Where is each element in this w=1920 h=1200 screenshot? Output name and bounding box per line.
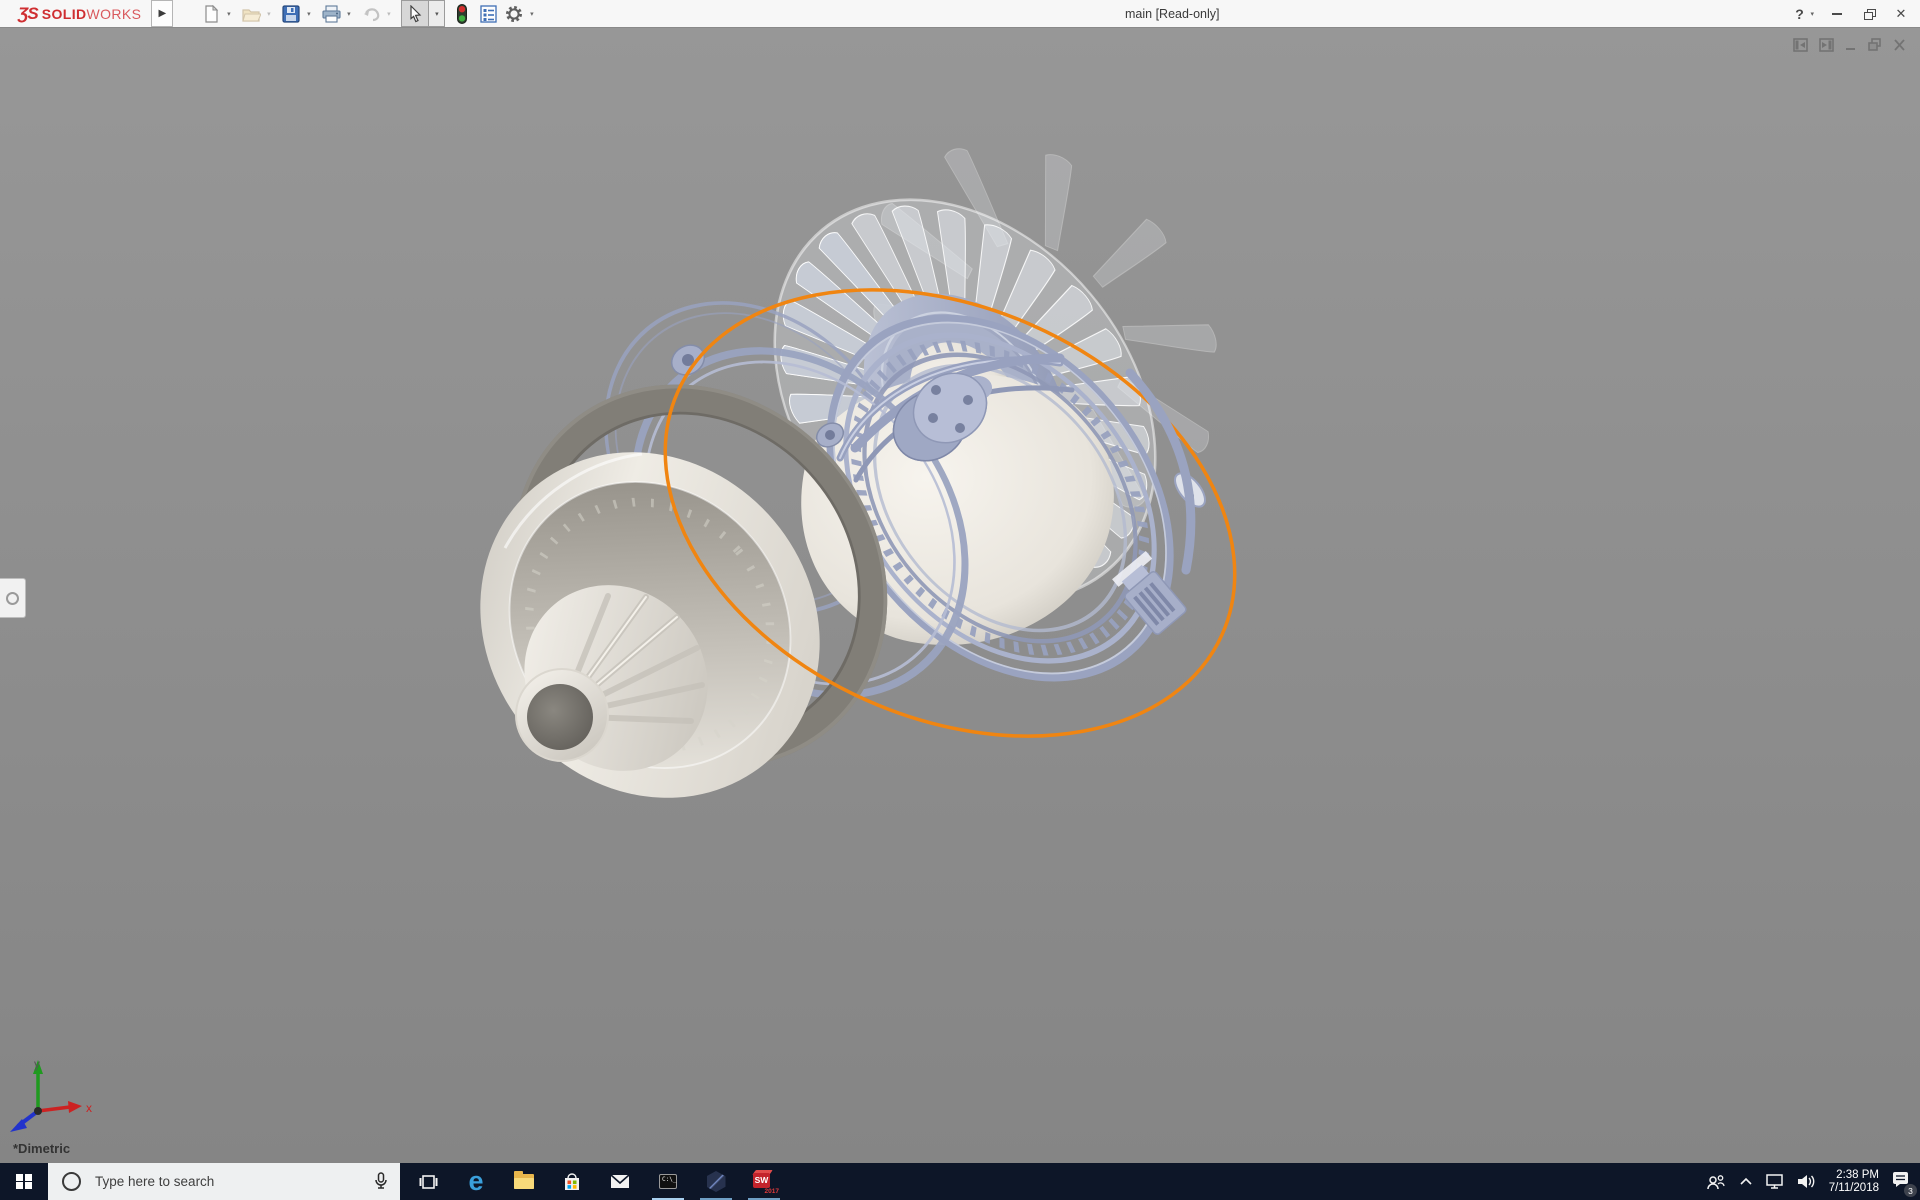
save-button[interactable] <box>279 2 303 26</box>
restore-button[interactable] <box>1860 4 1878 24</box>
options-button[interactable] <box>502 2 526 26</box>
save-floppy-icon <box>282 4 301 23</box>
system-tray: 2:38 PM 7/11/2018 3 <box>1706 1163 1920 1200</box>
minimize-button[interactable] <box>1828 4 1846 24</box>
engine-model-canvas[interactable] <box>0 28 1920 1163</box>
microphone-icon[interactable] <box>374 1172 388 1190</box>
file-explorer-icon <box>514 1171 534 1189</box>
solidworks-logo-mark-icon: ƷS <box>18 3 39 23</box>
open-folder-icon <box>242 8 261 22</box>
cortana-icon <box>62 1172 81 1191</box>
cursor-arrow-icon <box>410 4 422 22</box>
save-dropdown[interactable]: ▾ <box>303 2 314 26</box>
menu-flyout-button[interactable]: ▶ <box>151 0 174 27</box>
hexagon-app-icon <box>706 1171 726 1192</box>
open-button[interactable] <box>239 2 263 26</box>
windows-logo-icon <box>16 1173 32 1190</box>
print-dropdown[interactable]: ▾ <box>343 2 354 26</box>
chevron-up-icon[interactable] <box>1739 1177 1753 1186</box>
gear-icon <box>506 5 523 22</box>
start-button[interactable] <box>0 1163 48 1200</box>
volume-icon[interactable] <box>1797 1174 1816 1189</box>
document-close-icon[interactable] <box>1893 38 1906 52</box>
flyout-arrow-icon: ▶ <box>158 8 167 19</box>
document-minimize-icon[interactable] <box>1845 38 1857 52</box>
solidworks-year-label: 2017 <box>764 1187 779 1195</box>
printer-icon <box>322 4 341 23</box>
collapsed-panel-tab[interactable] <box>0 578 26 618</box>
edge-icon: e <box>468 1166 484 1196</box>
undo-button[interactable] <box>359 2 383 26</box>
triad-y-label: y <box>34 1057 40 1071</box>
task-view-icon <box>419 1174 437 1189</box>
search-input[interactable] <box>93 1173 347 1190</box>
document-restore-icon[interactable] <box>1868 38 1882 52</box>
new-document-icon <box>205 4 219 23</box>
open-dropdown[interactable]: ▾ <box>263 2 274 26</box>
store-icon <box>565 1172 579 1190</box>
minimize-icon <box>1832 12 1842 15</box>
notification-badge: 3 <box>1904 1184 1917 1197</box>
solidworks-logo: ƷS SOLID WORKS <box>18 4 141 24</box>
traffic-light-button[interactable] <box>450 2 474 26</box>
action-center-button[interactable]: 3 <box>1892 1171 1917 1197</box>
orientation-triad: x y <box>10 1057 92 1132</box>
taskbar-item-mail[interactable] <box>596 1163 644 1200</box>
options-dropdown[interactable]: ▾ <box>526 2 537 26</box>
taskbar-item-edge[interactable]: e <box>452 1163 500 1200</box>
titlebar: ƷS SOLID WORKS ▶ ▾ ▾ ▾ ▾ ▾ ▾ ▾ main [Rea… <box>0 0 1920 28</box>
help-button[interactable]: ? <box>1790 4 1808 24</box>
view-orientation-label: *Dimetric <box>13 1141 71 1156</box>
taskbar-clock[interactable]: 2:38 PM 7/11/2018 <box>1829 1169 1879 1195</box>
triad-x-label: x <box>86 1101 92 1115</box>
window-controls: ? ▾ ✕ <box>1790 0 1910 27</box>
taskbar-item-hexagon-app[interactable] <box>692 1163 740 1200</box>
new-document-dropdown[interactable]: ▾ <box>223 2 234 26</box>
pane-collapse-right-icon[interactable] <box>1819 38 1834 52</box>
mail-icon <box>610 1174 630 1188</box>
command-prompt-icon: C:\_ <box>659 1174 677 1189</box>
document-title: main [Read-only] <box>1125 7 1220 21</box>
properties-list-button[interactable] <box>476 2 500 26</box>
taskbar-apps: e C:\_ SW 2017 <box>404 1163 788 1200</box>
people-icon[interactable] <box>1706 1174 1726 1190</box>
standard-toolbar: ▾ ▾ ▾ ▾ ▾ ▾ ▾ <box>197 0 540 27</box>
panel-tab-dot-icon <box>6 591 19 605</box>
undo-arrow-icon <box>363 7 380 21</box>
new-document-button[interactable] <box>199 2 223 26</box>
taskbar-search[interactable] <box>48 1163 400 1200</box>
graphics-viewport[interactable]: x y *Dimetric <box>0 28 1920 1163</box>
properties-list-icon <box>480 4 497 23</box>
restore-icon <box>1863 8 1876 20</box>
print-button[interactable] <box>319 2 343 26</box>
traffic-light-icon <box>457 3 468 24</box>
jet-engine-model[interactable] <box>410 77 1305 867</box>
taskbar-item-file-explorer[interactable] <box>500 1163 548 1200</box>
pane-collapse-left-icon[interactable] <box>1793 38 1808 52</box>
network-icon[interactable] <box>1765 1174 1784 1189</box>
clock-time: 2:38 PM <box>1836 1168 1879 1181</box>
clock-date: 7/11/2018 <box>1828 1181 1879 1194</box>
undo-dropdown[interactable]: ▾ <box>383 2 394 26</box>
taskbar-item-command-prompt[interactable]: C:\_ <box>644 1163 692 1200</box>
help-dropdown[interactable]: ▾ <box>1810 10 1814 18</box>
windows-taskbar: e C:\_ <box>0 1163 1920 1200</box>
taskbar-item-store[interactable] <box>548 1163 596 1200</box>
solidworks-2017-icon: SW 2017 <box>752 1169 779 1195</box>
task-view-button[interactable] <box>404 1163 452 1200</box>
taskbar-item-solidworks-2017[interactable]: SW 2017 <box>740 1163 788 1200</box>
select-tool-button[interactable] <box>402 1 429 26</box>
brand-name-bold: SOLID <box>41 5 87 22</box>
close-button[interactable]: ✕ <box>1892 4 1910 24</box>
select-tool-dropdown[interactable]: ▾ <box>428 1 445 26</box>
viewport-pane-controls <box>1793 38 1906 52</box>
select-tool-group: ▾ <box>401 0 446 27</box>
brand-name-light: WORKS <box>86 5 142 22</box>
